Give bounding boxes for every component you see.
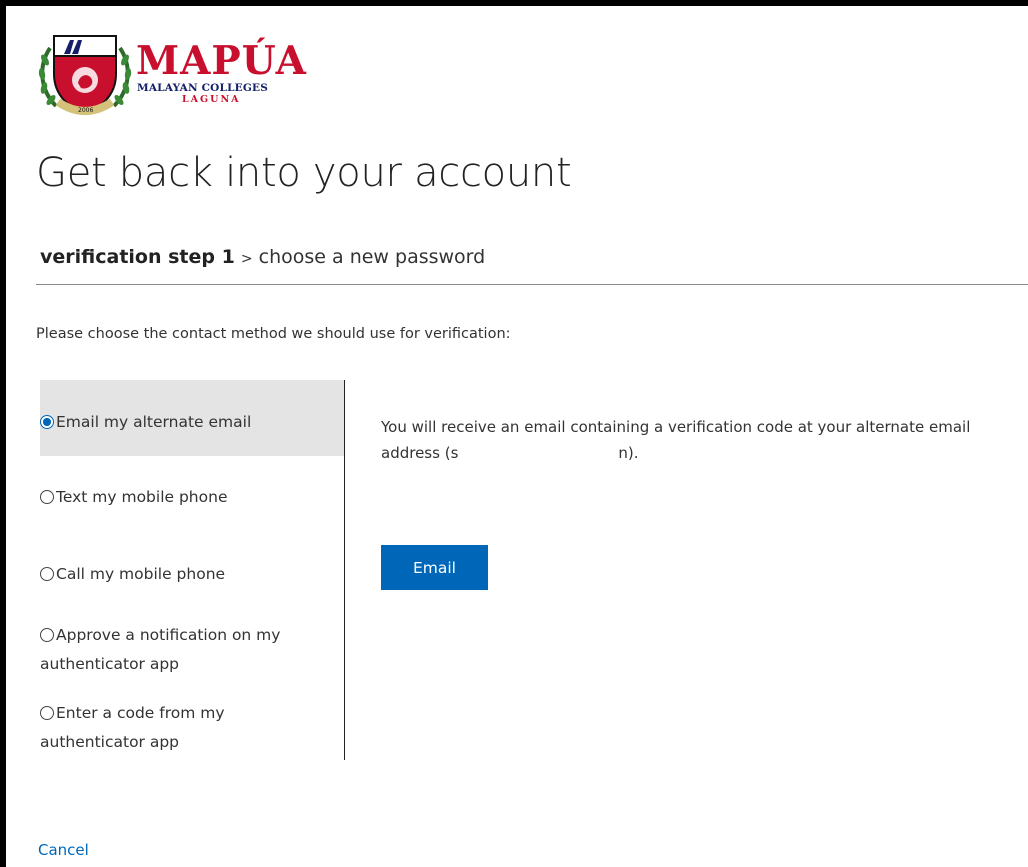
logo-wordmark: MAPÚA [136, 38, 307, 84]
option-approve-notification[interactable]: Approve a notification on my authenticat… [40, 621, 344, 679]
option-label: Text my mobile phone [56, 488, 228, 506]
step-breadcrumb: verification step 1 > choose a new passw… [40, 246, 485, 268]
svg-text:2006: 2006 [78, 107, 93, 114]
redacted-start: s [450, 444, 459, 462]
method-description: You will receive an email containing a v… [381, 414, 1021, 466]
option-email-alternate[interactable]: Email my alternate email [40, 380, 344, 456]
radio-icon[interactable] [40, 490, 54, 504]
cancel-link[interactable]: Cancel [38, 841, 89, 859]
radio-icon[interactable] [40, 706, 54, 720]
page-title: Get back into your account [36, 150, 572, 196]
radio-selected-icon[interactable] [40, 415, 54, 429]
option-label: Email my alternate email [56, 413, 252, 431]
step-separator: > [240, 251, 253, 267]
option-call-mobile[interactable]: Call my mobile phone [40, 565, 344, 583]
option-enter-code[interactable]: Enter a code from my authenticator app [40, 699, 344, 757]
step-current: verification step 1 [40, 246, 235, 268]
option-label: Approve a notification on my authenticat… [40, 626, 281, 673]
redacted-email [458, 446, 619, 461]
divider [36, 284, 1028, 285]
step-next: choose a new password [258, 246, 486, 268]
description-end: ). [627, 444, 639, 462]
email-button[interactable]: Email [381, 545, 488, 590]
logo-campus: LAGUNA [182, 94, 241, 105]
logo-subtitle: MALAYAN COLLEGES [137, 82, 269, 94]
instruction-text: Please choose the contact method we shou… [36, 326, 511, 342]
radio-icon[interactable] [40, 628, 54, 642]
contact-method-list: Email my alternate email Text my mobile … [40, 380, 345, 760]
redacted-end: n [618, 444, 628, 462]
university-logo: 2006 MAPÚA MALAYAN COLLEGES LAGUNA [36, 28, 306, 123]
option-label: Enter a code from my authenticator app [40, 704, 225, 751]
option-label: Call my mobile phone [56, 565, 226, 583]
seal-icon: 2006 [38, 35, 132, 116]
radio-icon[interactable] [40, 567, 54, 581]
option-text-mobile[interactable]: Text my mobile phone [40, 488, 344, 506]
